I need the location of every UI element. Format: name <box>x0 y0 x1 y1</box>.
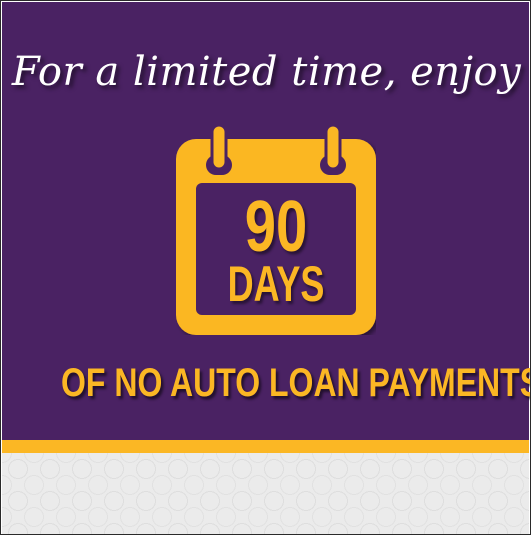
promo-tagline-text: OF NO AUTO LOAN PAYMENTS <box>61 361 531 405</box>
calendar-ring-left <box>210 125 228 171</box>
gold-divider-stripe <box>2 440 529 453</box>
promo-banner: For a limited time, enjoy 90 DAYS OF NO … <box>0 0 531 535</box>
days-unit: DAYS <box>227 256 325 312</box>
days-number: 90 <box>244 187 308 267</box>
calendar-ring-right <box>324 125 342 171</box>
calendar-icon: 90 DAYS <box>176 125 376 335</box>
promo-tagline: OF NO AUTO LOAN PAYMENTS <box>1 361 531 405</box>
promo-headline: For a limited time, enjoy <box>11 49 522 95</box>
pattern-footer-area <box>2 453 529 534</box>
